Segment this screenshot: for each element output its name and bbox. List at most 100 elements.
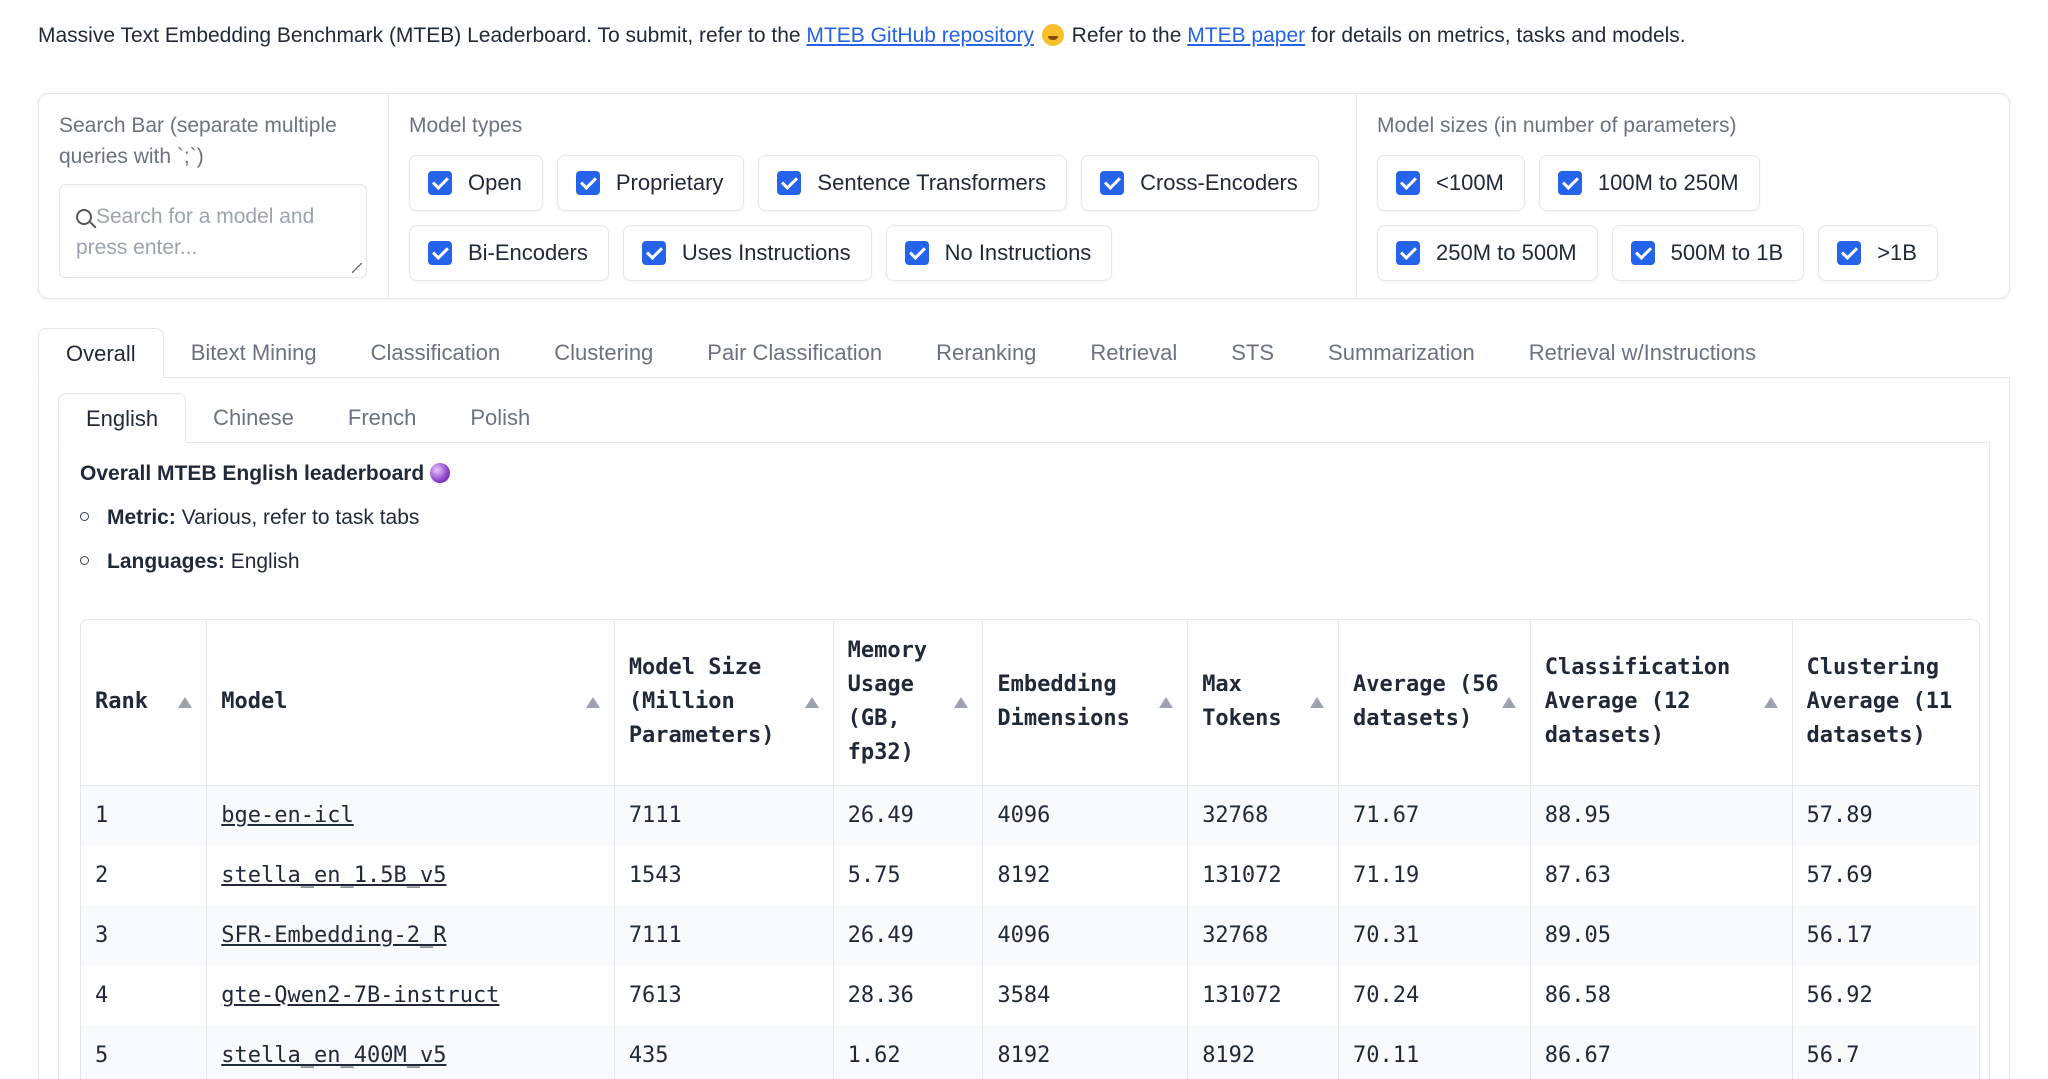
column-header-label: Rank <box>95 689 148 715</box>
model-sizes-column: Model sizes (in number of parameters) <1… <box>1357 94 2009 298</box>
bullet-icon <box>80 512 89 521</box>
subtab-english[interactable]: English <box>58 393 187 443</box>
filter-chip-label: Cross-Encoders <box>1140 170 1298 195</box>
checkbox-checked-icon[interactable] <box>777 171 802 195</box>
tab-overall[interactable]: Overall <box>38 328 164 378</box>
checkbox-checked-icon[interactable] <box>904 241 929 265</box>
task-tabs: Overall Bitext Mining Classification Cluste… <box>38 328 1783 378</box>
column-header-rank[interactable]: Rank <box>81 620 208 786</box>
model-link[interactable]: stella_en_1.5B_v5 <box>221 863 446 888</box>
table-row: 5 stella_en_400M_v5 435 1.62 8192 8192 70.11 86… <box>81 1025 1979 1079</box>
table-cell: SFR-Embedding-2_R <box>206 905 615 965</box>
table-cell: 5.75 <box>833 845 984 905</box>
column-header-average-56-datasets[interactable]: Average (56 datasets) <box>1338 620 1531 786</box>
tab-bitext-mining[interactable]: Bitext Mining <box>164 328 344 378</box>
sort-arrow-icon[interactable] <box>1501 697 1516 709</box>
column-header-label: Max Tokens <box>1202 672 1282 732</box>
model-types-column: Model types Open Proprietary Sentence Tran… <box>389 94 1357 298</box>
checkbox-checked-icon[interactable] <box>641 241 666 265</box>
resize-handle-icon[interactable] <box>352 263 362 273</box>
tab-retrieval[interactable]: Retrieval <box>1063 328 1204 378</box>
filter-chip-250m-to-500m[interactable]: 250M to 500M <box>1377 225 1598 281</box>
filter-chip-sentence-transformers[interactable]: Sentence Transformers <box>758 155 1068 211</box>
checkbox-checked-icon[interactable] <box>428 241 452 265</box>
table-cell: 4096 <box>982 785 1189 845</box>
table-cell: 86.67 <box>1530 1025 1793 1079</box>
tab-clustering[interactable]: Clustering <box>527 328 680 378</box>
table-row: 3 SFR-Embedding-2_R 7111 26.49 4096 32768 70.3… <box>81 905 1979 965</box>
tab-classification[interactable]: Classification <box>344 328 528 378</box>
subtab-chinese[interactable]: Chinese <box>186 393 321 443</box>
search-input[interactable]: Search for a model and press enter... <box>59 184 367 278</box>
table-cell: 56.7 <box>1792 1025 1979 1079</box>
checkbox-checked-icon[interactable] <box>1396 241 1420 265</box>
checkbox-checked-icon[interactable] <box>1396 171 1420 195</box>
column-header-memory-usage-gb-fp32[interactable]: Memory Usage (GB, fp32) <box>833 620 984 786</box>
tab-pair-classification[interactable]: Pair Classification <box>680 328 909 378</box>
checkbox-checked-icon[interactable] <box>575 171 600 195</box>
sort-arrow-icon[interactable] <box>585 697 600 709</box>
sort-arrow-icon[interactable] <box>804 697 819 709</box>
model-link[interactable]: stella_en_400M_v5 <box>221 1043 446 1068</box>
subtab-french[interactable]: French <box>321 393 443 443</box>
tab-retrieval-w-instructions[interactable]: Retrieval w/Instructions <box>1502 328 1783 378</box>
filter-chip-proprietary[interactable]: Proprietary <box>556 155 745 211</box>
model-link[interactable]: SFR-Embedding-2_R <box>221 923 446 948</box>
column-header-embedding-dimensions[interactable]: Embedding Dimensions <box>982 620 1189 786</box>
table-cell: 8192 <box>982 1025 1189 1079</box>
tab-sts[interactable]: STS <box>1204 328 1301 378</box>
sort-arrow-icon[interactable] <box>1309 697 1324 709</box>
leaderboard-title-text: Overall MTEB English leaderboard <box>80 462 425 485</box>
filter-chip-uses-instructions[interactable]: Uses Instructions <box>622 225 872 281</box>
filter-chip-500m-to-1b[interactable]: 500M to 1B <box>1611 225 1805 281</box>
intro-text: Massive Text Embedding Benchmark (MTEB) … <box>38 24 1686 48</box>
model-link[interactable]: gte-Qwen2-7B-instruct <box>221 983 499 1008</box>
filter-chip-open[interactable]: Open <box>409 155 543 211</box>
filter-chip-label: 100M to 250M <box>1597 170 1739 195</box>
filter-chip-cross-encoders[interactable]: Cross-Encoders <box>1081 155 1319 211</box>
table-cell: 8192 <box>1187 1025 1339 1079</box>
column-header-label: Clustering Average (11 datasets) <box>1806 655 1953 749</box>
table-cell: 131072 <box>1187 965 1339 1025</box>
checkbox-checked-icon[interactable] <box>1837 241 1862 265</box>
column-header-classification-average-12-datasets[interactable]: Classification Average (12 datasets) <box>1530 620 1793 786</box>
sort-arrow-icon[interactable] <box>178 697 193 709</box>
checkbox-checked-icon[interactable] <box>1100 171 1125 195</box>
filter-chip-100m[interactable]: <100M <box>1377 155 1525 211</box>
table-cell: 131072 <box>1187 845 1339 905</box>
tab-reranking[interactable]: Reranking <box>909 328 1063 378</box>
column-header-label: Memory Usage (GB, fp32) <box>847 638 928 766</box>
filter-chip-1b[interactable]: >1B <box>1818 225 1938 281</box>
table-cell: 3584 <box>982 965 1189 1025</box>
checkbox-checked-icon[interactable] <box>1630 241 1655 265</box>
intro-text-part: Refer to the <box>1065 24 1188 47</box>
filter-chip-bi-encoders[interactable]: Bi-Encoders <box>409 225 609 281</box>
intro-text-part: for details on metrics, tasks and models… <box>1305 24 1686 47</box>
table-cell: 4096 <box>982 905 1189 965</box>
metric-bullet: Metric: Various, refer to task tabs <box>80 506 419 530</box>
column-header-clustering-average-11-datasets[interactable]: Clustering Average (11 datasets) <box>1792 620 1979 786</box>
search-column: Search Bar (separate multiple queries wi… <box>39 94 389 298</box>
checkbox-checked-icon[interactable] <box>1557 171 1582 195</box>
sort-arrow-icon[interactable] <box>954 697 969 709</box>
filter-chip-no-instructions[interactable]: No Instructions <box>885 225 1113 281</box>
table-cell: 70.11 <box>1338 1025 1531 1079</box>
languages-label: Languages: <box>107 550 225 573</box>
github-repo-link[interactable]: MTEB GitHub repository <box>806 24 1034 47</box>
hugging-face-emoji-icon <box>1041 24 1064 46</box>
filter-chip-100m-to-250m[interactable]: 100M to 250M <box>1538 155 1760 211</box>
checkbox-checked-icon[interactable] <box>428 171 452 195</box>
table-cell: 7111 <box>614 785 834 845</box>
tab-summarization[interactable]: Summarization <box>1301 328 1502 378</box>
table-cell: 70.24 <box>1338 965 1531 1025</box>
column-header-model-size-million-parameters[interactable]: Model Size (Million Parameters) <box>614 620 834 786</box>
table-cell: 2 <box>81 845 208 905</box>
metric-label: Metric: <box>107 506 176 529</box>
sort-arrow-icon[interactable] <box>1763 697 1778 709</box>
subtab-polish[interactable]: Polish <box>443 393 557 443</box>
column-header-model[interactable]: Model <box>206 620 615 786</box>
model-link[interactable]: bge-en-icl <box>221 803 353 828</box>
sort-arrow-icon[interactable] <box>1159 697 1174 709</box>
paper-link[interactable]: MTEB paper <box>1187 24 1305 47</box>
column-header-max-tokens[interactable]: Max Tokens <box>1187 620 1339 786</box>
